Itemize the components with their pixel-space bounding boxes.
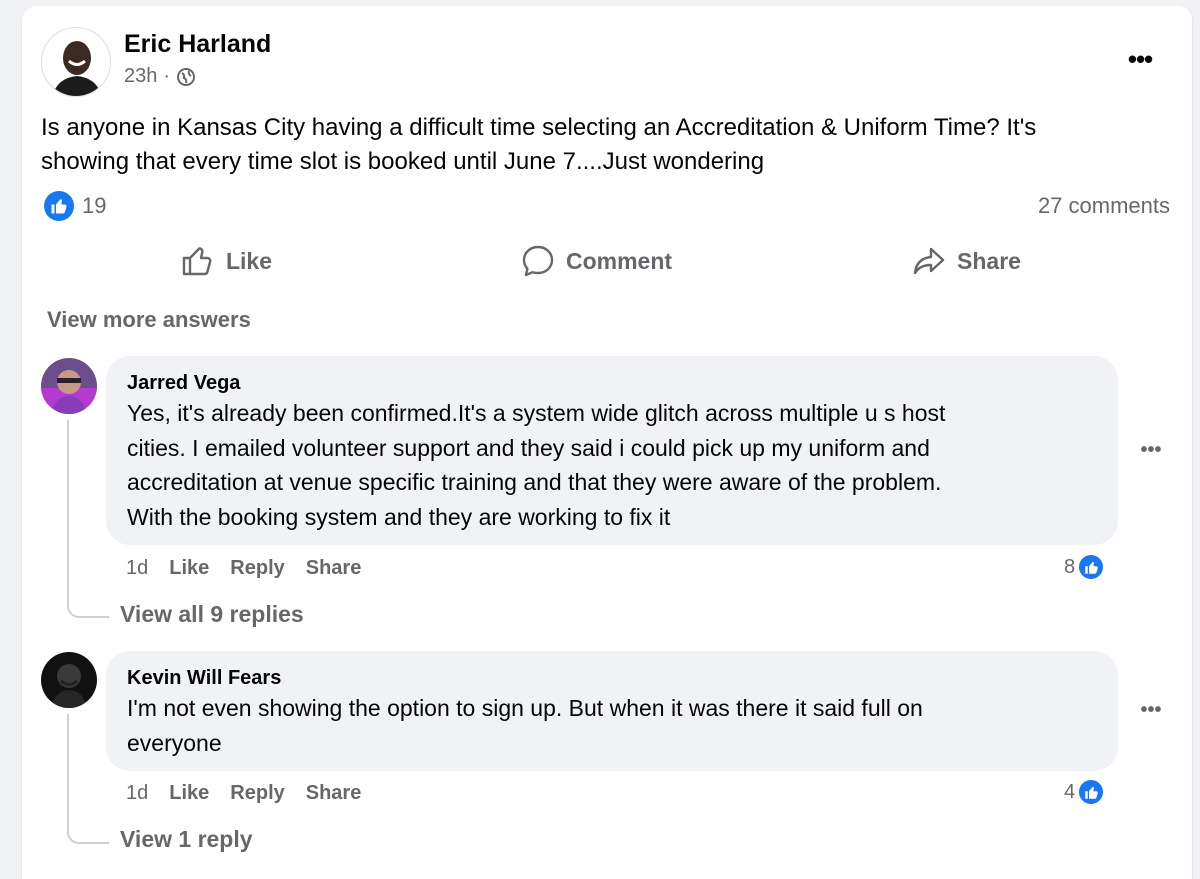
post-more-options-button[interactable]: ••• [1118, 44, 1162, 74]
commenter-avatar[interactable] [41, 652, 97, 708]
comment-reaction-count[interactable]: 4 [1064, 778, 1106, 806]
reactions-summary[interactable]: 19 [44, 191, 106, 221]
comment-text: I'm not even showing the option to sign … [127, 691, 1097, 760]
author-avatar[interactable] [41, 27, 111, 97]
comment-text: Yes, it's already been confirmed.It's a … [127, 396, 1097, 534]
comment-reply-button[interactable]: Reply [230, 557, 284, 580]
comment-time[interactable]: 1d [126, 782, 148, 805]
comment-share-button[interactable]: Share [306, 557, 362, 580]
comment-text-line: With the booking system and they are wor… [127, 503, 671, 530]
comment-more-options-button[interactable]: ••• [1136, 698, 1166, 722]
author-name[interactable]: Eric Harland [124, 30, 271, 59]
post-text: Is anyone in Kansas City having a diffic… [41, 111, 1151, 179]
post-action-bar: Like Comment Share [41, 236, 1151, 286]
comment-more-options-button[interactable]: ••• [1136, 438, 1166, 462]
thread-line [67, 714, 109, 844]
like-button[interactable]: Like [41, 236, 411, 286]
thumbs-up-icon [1077, 553, 1106, 581]
comment-bubble: Kevin Will Fears I'm not even showing th… [106, 651, 1118, 771]
comment-share-button[interactable]: Share [306, 782, 362, 805]
comment-text-line: accreditation at venue specific training… [127, 469, 942, 495]
view-more-answers-link[interactable]: View more answers [47, 307, 251, 333]
comment-text-line: I'm not even showing the option to sign … [127, 695, 923, 721]
share-button[interactable]: Share [781, 236, 1151, 286]
comment-button-label: Comment [565, 247, 673, 274]
thumbs-up-icon [1077, 778, 1106, 806]
post-time[interactable]: 23h [124, 65, 157, 88]
comment-time[interactable]: 1d [126, 557, 148, 580]
globe-icon [177, 67, 196, 86]
comment-actions: 1d Like Reply Share [126, 557, 361, 580]
comment-button[interactable]: Comment [411, 236, 781, 286]
comment-like-button[interactable]: Like [169, 557, 209, 580]
commenter-avatar[interactable] [41, 358, 97, 414]
thumbs-up-icon [44, 191, 74, 221]
comment-text-line: everyone [127, 729, 222, 756]
comment-bubble-icon [522, 245, 554, 277]
comment-reply-button[interactable]: Reply [230, 782, 284, 805]
comment-likes-number: 8 [1064, 555, 1076, 578]
comment-text-line: Yes, it's already been confirmed.It's a … [127, 400, 946, 426]
like-button-label: Like [225, 247, 273, 274]
comment-actions: 1d Like Reply Share [126, 782, 361, 805]
share-button-label: Share [957, 247, 1021, 274]
meta-separator: · [163, 65, 171, 87]
commenter-name[interactable]: Jarred Vega [127, 370, 1097, 396]
post-text-line: showing that every time slot is booked u… [41, 148, 765, 175]
comment-like-button[interactable]: Like [169, 782, 209, 805]
comments-count-link[interactable]: 27 comments [1038, 193, 1170, 219]
comment-reaction-count[interactable]: 8 [1064, 553, 1106, 581]
reaction-count: 19 [82, 193, 107, 218]
comment-text-line: cities. I emailed volunteer support and … [127, 434, 930, 461]
view-all-replies-link[interactable]: View all 9 replies [120, 601, 304, 628]
view-replies-link[interactable]: View 1 reply [120, 826, 253, 853]
comment-likes-number: 4 [1064, 780, 1076, 803]
thread-line [67, 420, 109, 618]
commenter-name[interactable]: Kevin Will Fears [127, 665, 1097, 691]
thumbs-up-icon [182, 247, 212, 276]
comment-bubble: Jarred Vega Yes, it's already been confi… [106, 356, 1118, 545]
post-text-line: Is anyone in Kansas City having a diffic… [41, 114, 1037, 141]
share-arrow-icon [913, 247, 945, 275]
post-meta: 23h · [124, 65, 196, 88]
